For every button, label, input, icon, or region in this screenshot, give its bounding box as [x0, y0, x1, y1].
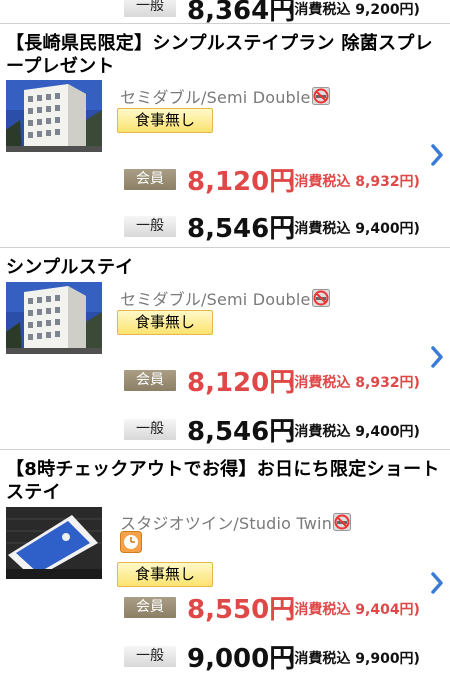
meal-badge: 食事無し	[117, 108, 213, 133]
member-tax: (消費税込 8,932円)	[288, 375, 420, 391]
plan-card[interactable]: 【長崎県民限定】シンプルステイプラン 除菌スプレープレゼント セミダブル/Sem…	[0, 24, 450, 248]
smartphone-image	[6, 507, 102, 579]
general-tag: 一般	[124, 0, 176, 17]
no-smoking-icon	[312, 289, 330, 307]
plan-card-partial[interactable]: 一般 8,364円 (消費税込 9,200円)	[0, 0, 450, 26]
plan-title[interactable]: シンプルステイ	[6, 256, 442, 279]
member-tag: 会員	[124, 169, 176, 190]
member-price: 8,550円	[187, 595, 296, 625]
general-price: 8,546円	[187, 214, 296, 244]
plan-title[interactable]: 【8時チェックアウトでお得】お日にち限定ショートステイ	[6, 458, 442, 504]
general-tax: (消費税込 9,900円)	[288, 651, 420, 667]
room-type: セミダブル/Semi Double	[120, 84, 330, 108]
general-tax: (消費税込 9,200円)	[288, 2, 420, 18]
member-tag: 会員	[124, 597, 176, 618]
general-tag: 一般	[124, 216, 176, 237]
chevron-right-icon[interactable]	[430, 345, 444, 369]
meal-badge: 食事無し	[117, 310, 213, 335]
general-price: 8,546円	[187, 417, 296, 447]
member-price: 8,120円	[187, 167, 296, 197]
room-type: セミダブル/Semi Double	[120, 286, 330, 310]
general-tag: 一般	[124, 646, 176, 667]
room-type-label: セミダブル/Semi Double	[120, 88, 311, 107]
no-smoking-icon	[333, 513, 351, 531]
clock-icon	[120, 531, 142, 553]
plan-thumbnail[interactable]	[6, 80, 102, 152]
member-price: 8,120円	[187, 368, 296, 398]
member-tax: (消費税込 8,932円)	[288, 174, 420, 190]
general-price: 8,364円	[187, 0, 296, 26]
no-smoking-icon	[312, 87, 330, 105]
general-tax: (消費税込 9,400円)	[288, 424, 420, 440]
plan-thumbnail[interactable]	[6, 507, 102, 579]
plan-thumbnail[interactable]	[6, 282, 102, 354]
member-tax: (消費税込 9,404円)	[288, 602, 420, 618]
plan-title[interactable]: 【長崎県民限定】シンプルステイプラン 除菌スプレープレゼント	[6, 32, 442, 78]
meal-badge: 食事無し	[117, 562, 213, 587]
chevron-right-icon[interactable]	[430, 143, 444, 167]
general-tax: (消費税込 9,400円)	[288, 221, 420, 237]
room-type: スタジオツイン/Studio Twin	[120, 510, 351, 534]
general-price: 9,000円	[187, 644, 296, 674]
plan-card[interactable]: 【8時チェックアウトでお得】お日にち限定ショートステイ スタジオツイン/Stud…	[0, 450, 450, 674]
general-tag: 一般	[124, 419, 176, 440]
chevron-right-icon[interactable]	[430, 571, 444, 595]
member-tag: 会員	[124, 370, 176, 391]
plan-card[interactable]: シンプルステイ セミダブル/Semi Double 食事無し 会員 8,120円…	[0, 248, 450, 450]
room-type-label: スタジオツイン/Studio Twin	[120, 514, 333, 533]
room-type-label: セミダブル/Semi Double	[120, 290, 311, 309]
hotel-building-image	[6, 80, 102, 152]
hotel-building-image	[6, 282, 102, 354]
